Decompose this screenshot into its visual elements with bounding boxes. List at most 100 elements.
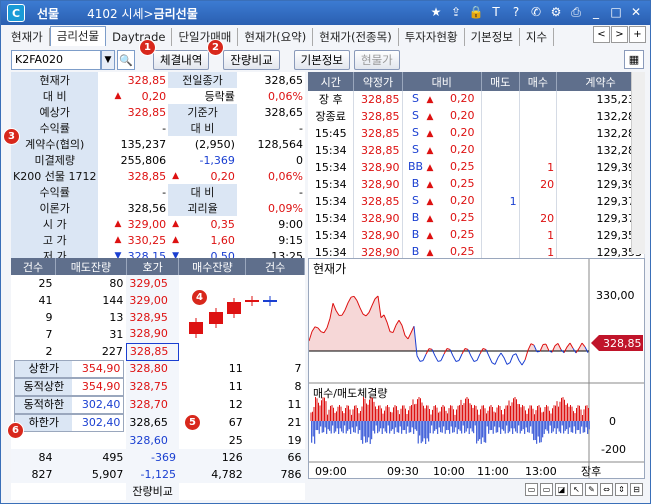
trade-side: B [411, 177, 420, 190]
bid-row[interactable]: 동적하한 302,40 328,70 12 11 [11, 396, 305, 414]
order-book-header-cell[interactable]: 건수 [245, 258, 305, 275]
link-icon[interactable]: ⇪ [448, 4, 464, 20]
chart-svg: 현재가매수/매도체결량330,00328,65328,850-20009:000… [308, 259, 644, 478]
quote-value: 255,806 [98, 152, 169, 168]
quote-value-2: 0,06% [236, 168, 305, 184]
trade-side: BB [407, 160, 424, 173]
up-arrow-icon: ▲ [114, 234, 122, 245]
ask-price[interactable]: 329,00 [126, 292, 179, 309]
trades-header-cell[interactable]: 매도 [481, 72, 520, 91]
trade-change: S ▲ 0,20 [402, 193, 482, 210]
tab-basic-info[interactable]: 기본정보 [465, 28, 520, 46]
order-book-header-cell[interactable]: 건수 [11, 258, 57, 275]
tab-single-price[interactable]: 단일가매매 [172, 28, 239, 46]
tab-rate-futures[interactable]: 금리선물 [49, 26, 107, 46]
bid-price[interactable]: 328,60 [126, 432, 179, 449]
tab-investors[interactable]: 투자자현황 [399, 28, 465, 46]
lock-icon[interactable]: 🔒 [468, 4, 484, 20]
trade-price: 328,90 [353, 176, 403, 193]
help-icon[interactable]: ? [508, 4, 524, 20]
text-icon[interactable]: T [488, 4, 504, 20]
tab-next-button[interactable]: > [611, 26, 628, 43]
trade-row[interactable]: 15:34 328,90 B ▲ 0,25 20 129,374 [308, 210, 645, 227]
ask-price[interactable]: 328,95 [126, 309, 179, 326]
chart-tool-3-icon[interactable]: ◪ [555, 482, 568, 496]
balance-compare-label: 잔량비교 [126, 483, 179, 500]
chart-tool-5-icon[interactable]: ✎ [585, 482, 598, 496]
trade-sell [481, 176, 520, 193]
chart-tool-8-icon[interactable]: ⊟ [630, 482, 643, 496]
chart-tool-7-icon[interactable]: ⇕ [615, 482, 628, 496]
bid-qty-empty [178, 343, 246, 360]
spot-price-button[interactable]: 현물가 [353, 50, 400, 70]
maximize-icon[interactable]: □ [608, 4, 624, 20]
bid-price[interactable]: 328,65 [126, 414, 179, 432]
tab-add-button[interactable]: + [629, 26, 646, 43]
exec-history-button[interactable]: 체결내역 [153, 50, 210, 70]
close-icon[interactable]: ✕ [628, 4, 644, 20]
chart-tool-6-icon[interactable]: ⇔ [600, 482, 613, 496]
chevron-down-icon[interactable]: ▼ [101, 50, 115, 70]
order-book-header-cell[interactable]: 매도잔량 [55, 258, 127, 275]
quote-value: ▲ 330,25 [98, 232, 169, 248]
quote-label: 수익률 [11, 120, 99, 136]
bid-price[interactable]: 328,75 [126, 378, 179, 396]
tab-index[interactable]: 지수 [520, 28, 555, 46]
tab-prev-button[interactable]: < [593, 26, 610, 43]
ask-price[interactable]: 329,05 [126, 275, 179, 292]
up-arrow-icon: ▲ [426, 163, 434, 173]
tab-summary[interactable]: 현재가(요약) [238, 28, 314, 46]
bid-row[interactable]: 상한가 354,90 328,80 11 7 [11, 360, 305, 378]
chart-tool-1-icon[interactable]: ▭ [525, 482, 538, 496]
trades-header-cell[interactable]: 약정가 [353, 72, 403, 91]
vol-tick-neg200: -200 [601, 443, 626, 456]
trade-row[interactable]: 15:34 328,90 B ▲ 0,25 20 129,395 [308, 176, 645, 193]
code-input[interactable]: K2FA020 [11, 50, 101, 70]
order-book-header-cell[interactable]: 호가 [126, 258, 180, 275]
trade-side: S [412, 92, 420, 105]
trade-side: B [411, 245, 420, 258]
phone-icon[interactable]: ✆ [528, 4, 544, 20]
trades-scrollbar[interactable] [631, 72, 645, 254]
trade-row[interactable]: 15:45 328,85 S ▲ 0,20 132,287 [308, 125, 645, 142]
trade-price: 328,85 [353, 142, 403, 159]
chart-tool-4-icon[interactable]: ↖ [570, 482, 583, 496]
trade-row[interactable]: 15:34 328,85 S ▲ 0,20 1 129,375 [308, 193, 645, 210]
trade-row[interactable]: 장 후 328,85 S ▲ 0,20 135,237 [308, 91, 645, 108]
trades-header-cell[interactable]: 시간 [308, 72, 355, 91]
bid-price[interactable]: 328,70 [126, 396, 179, 414]
tab-all-items[interactable]: 현재가(전종목) [313, 28, 399, 46]
star-icon[interactable]: ★ [428, 4, 444, 20]
bid-row[interactable]: 328,60 25 19 [11, 432, 305, 449]
limit-value: 302,40 [81, 398, 121, 411]
limit-cell: 하한가 302,40 [11, 414, 127, 432]
trades-header: 시간 약정가 대비 매도 매수 계약수 [308, 72, 645, 91]
bid-row[interactable]: 하한가 302,40 328,65 67 21 [11, 414, 305, 432]
search-icon[interactable]: 🔍 [117, 50, 135, 70]
tab-current-price[interactable]: 현재가 [5, 28, 50, 46]
trade-change: S ▲ 0,20 [402, 125, 482, 142]
bid-row[interactable]: 동적상한 354,90 328,75 11 8 [11, 378, 305, 396]
order-book-header-cell[interactable]: 매수잔량 [178, 258, 247, 275]
trade-row[interactable]: 15:34 328,85 S ▲ 0,20 132,287 [308, 142, 645, 159]
title-bar: C 선물 4102 시세>금리선물 ★ ⇪ 🔒 T ? ✆ ⚙ ⎙ _ □ ✕ [1, 1, 650, 25]
ask-price[interactable]: 328,90 [126, 326, 179, 343]
trade-row[interactable]: 장종료 328,85 S ▲ 0,20 132,287 [308, 108, 645, 125]
trade-row[interactable]: 15:34 328,90 B ▲ 0,25 1 129,354 [308, 227, 645, 244]
price-chart: 현재가매수/매도체결량330,00328,65328,850-20009:000… [308, 258, 645, 479]
trades-header-cell[interactable]: 매수 [519, 72, 558, 91]
bid-price[interactable]: 328,80 [126, 360, 179, 378]
basic-info-button[interactable]: 기본정보 [293, 50, 350, 70]
trade-row[interactable]: 15:34 328,90 BB ▲ 0,25 1 129,396 [308, 159, 645, 176]
ask-row[interactable]: 2 227 328,85 [11, 342, 305, 361]
trades-header-cell[interactable]: 대비 [402, 72, 482, 91]
trade-time: 15:34 [308, 210, 355, 227]
print-icon[interactable]: ⎙ [568, 4, 584, 20]
minimize-icon[interactable]: _ [588, 4, 604, 20]
ask-qty: 31 [55, 326, 127, 343]
chart-tool-2-icon[interactable]: ▭ [540, 482, 553, 496]
ask-price[interactable]: 328,85 [125, 342, 180, 361]
grid-icon[interactable]: ▦ [624, 50, 644, 69]
balance-compare-button[interactable]: 잔량비교 [223, 50, 280, 70]
settings-icon[interactable]: ⚙ [548, 4, 564, 20]
